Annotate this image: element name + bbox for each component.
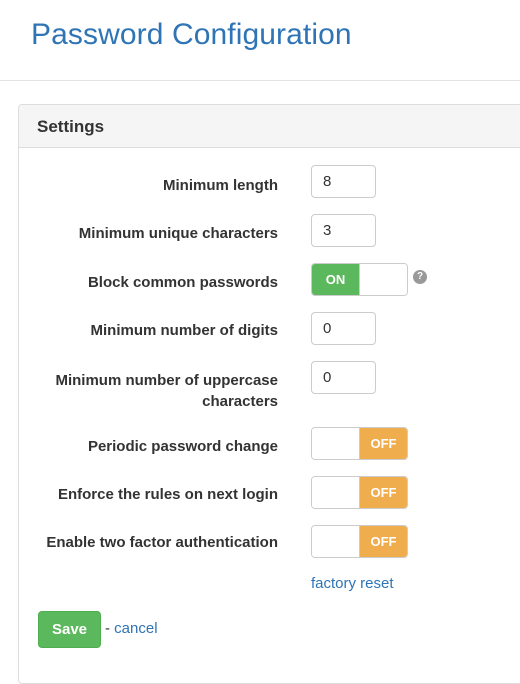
toggle-off-label: OFF xyxy=(360,477,407,508)
enforce-next-login-toggle[interactable]: OFF xyxy=(311,476,408,509)
cancel-link[interactable]: cancel xyxy=(114,620,157,637)
factory-reset-link[interactable]: factory reset xyxy=(311,575,394,592)
minimum-uppercase-label-line1: Minimum number of uppercase xyxy=(55,372,278,389)
toggle-off-label: OFF xyxy=(360,526,407,557)
question-circle-icon[interactable]: ? xyxy=(413,270,427,284)
minimum-length-input[interactable] xyxy=(311,165,376,198)
toggle-handle xyxy=(359,264,407,295)
minimum-uppercase-label: Minimum number of uppercase characters xyxy=(18,370,278,412)
minimum-uppercase-label-line2: characters xyxy=(202,393,278,410)
cancel-separator: - xyxy=(105,620,115,637)
save-button[interactable]: Save xyxy=(38,611,101,648)
toggle-on-label: ON xyxy=(312,264,359,295)
minimum-digits-input[interactable] xyxy=(311,312,376,345)
cancel-group: - cancel xyxy=(105,620,158,637)
two-factor-label: Enable two factor authentication xyxy=(46,534,278,551)
minimum-unique-label: Minimum unique characters xyxy=(78,225,278,242)
minimum-uppercase-input[interactable] xyxy=(311,361,376,394)
minimum-unique-input[interactable] xyxy=(311,214,376,247)
two-factor-toggle[interactable]: OFF xyxy=(311,525,408,558)
header-divider xyxy=(0,80,520,81)
page-title: Password Configuration xyxy=(31,18,352,51)
panel-heading: Settings xyxy=(19,105,520,148)
toggle-handle xyxy=(312,526,360,557)
minimum-digits-label: Minimum number of digits xyxy=(90,322,279,339)
periodic-change-label: Periodic password change xyxy=(87,438,278,455)
toggle-handle xyxy=(312,428,360,459)
settings-panel: Settings Minimum length Minimum unique c… xyxy=(18,104,520,684)
minimum-length-label: Minimum length xyxy=(163,177,278,194)
block-common-toggle[interactable]: ON xyxy=(311,263,408,296)
periodic-change-toggle[interactable]: OFF xyxy=(311,427,408,460)
toggle-off-label: OFF xyxy=(360,428,407,459)
enforce-next-login-label: Enforce the rules on next login xyxy=(57,486,278,503)
block-common-label: Block common passwords xyxy=(87,274,278,291)
toggle-handle xyxy=(312,477,360,508)
